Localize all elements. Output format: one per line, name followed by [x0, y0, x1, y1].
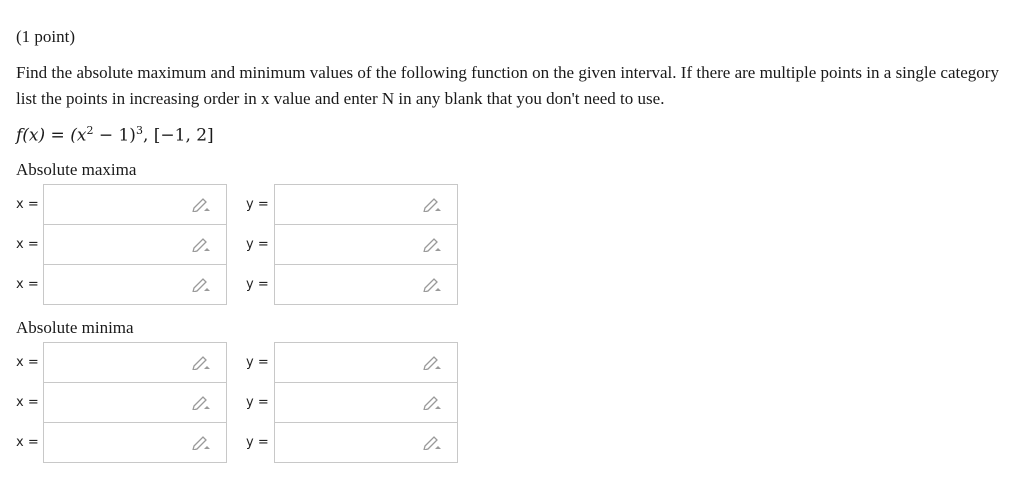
- y-label: y =: [246, 197, 269, 212]
- x-label: x =: [16, 395, 39, 410]
- pencil-icon[interactable]: [192, 196, 212, 212]
- pencil-icon[interactable]: [192, 394, 212, 410]
- maxima-row: x = y =: [16, 224, 458, 265]
- pencil-icon[interactable]: [423, 236, 443, 252]
- minima-x-answer-box: [43, 422, 227, 463]
- minima-row: x = y =: [16, 382, 458, 423]
- minima-y-input-2[interactable]: [275, 383, 437, 420]
- minima-x-input-1[interactable]: [44, 343, 206, 380]
- y-label: y =: [246, 277, 269, 292]
- formula-lhs: f(x) =: [16, 125, 71, 146]
- formula-interval: , [−1, 2]: [142, 125, 214, 146]
- problem-statement: Find the absolute maximum and minimum va…: [16, 63, 999, 108]
- formula-base: (x: [70, 125, 87, 146]
- pencil-icon[interactable]: [192, 354, 212, 370]
- maxima-y-answer-box: [274, 224, 458, 265]
- pencil-icon[interactable]: [192, 236, 212, 252]
- minima-x-answer-box: [43, 382, 227, 423]
- maxima-y-answer-box: [274, 264, 458, 305]
- minima-y-input-1[interactable]: [275, 343, 437, 380]
- pencil-icon[interactable]: [192, 276, 212, 292]
- minima-y-answer-box: [274, 422, 458, 463]
- minima-x-input-2[interactable]: [44, 383, 206, 420]
- maxima-x-answer-box: [43, 264, 227, 305]
- pencil-icon[interactable]: [423, 434, 443, 450]
- formula-exponent-outer: 3: [135, 124, 143, 137]
- minima-y-answer-box: [274, 342, 458, 383]
- y-label: y =: [246, 395, 269, 410]
- maxima-x-input-2[interactable]: [44, 225, 206, 262]
- y-label: y =: [246, 355, 269, 370]
- minima-heading: Absolute minima: [16, 318, 134, 337]
- maxima-row: x = y =: [16, 184, 458, 225]
- formula-mid: − 1): [93, 125, 136, 146]
- minima-x-answer-box: [43, 342, 227, 383]
- minima-row: x = y =: [16, 342, 458, 383]
- pencil-icon[interactable]: [192, 434, 212, 450]
- maxima-y-input-3[interactable]: [275, 265, 437, 302]
- x-label: x =: [16, 237, 39, 252]
- x-label: x =: [16, 435, 39, 450]
- pencil-icon[interactable]: [423, 276, 443, 292]
- maxima-row: x = y =: [16, 264, 458, 305]
- maxima-x-input-3[interactable]: [44, 265, 206, 302]
- x-label: x =: [16, 355, 39, 370]
- minima-row: x = y =: [16, 422, 458, 463]
- maxima-heading: Absolute maxima: [16, 160, 137, 179]
- maxima-x-answer-box: [43, 184, 227, 225]
- x-label: x =: [16, 277, 39, 292]
- y-label: y =: [246, 237, 269, 252]
- maxima-x-answer-box: [43, 224, 227, 265]
- maxima-y-answer-box: [274, 184, 458, 225]
- minima-y-input-3[interactable]: [275, 423, 437, 460]
- x-label: x =: [16, 197, 39, 212]
- y-label: y =: [246, 435, 269, 450]
- maxima-x-input-1[interactable]: [44, 185, 206, 222]
- minima-x-input-3[interactable]: [44, 423, 206, 460]
- function-formula: f(x) = (x2 − 1)3, [−1, 2]: [16, 124, 214, 146]
- maxima-y-input-2[interactable]: [275, 225, 437, 262]
- pencil-icon[interactable]: [423, 354, 443, 370]
- pencil-icon[interactable]: [423, 196, 443, 212]
- minima-y-answer-box: [274, 382, 458, 423]
- pencil-icon[interactable]: [423, 394, 443, 410]
- maxima-y-input-1[interactable]: [275, 185, 437, 222]
- point-value: (1 point): [16, 27, 76, 46]
